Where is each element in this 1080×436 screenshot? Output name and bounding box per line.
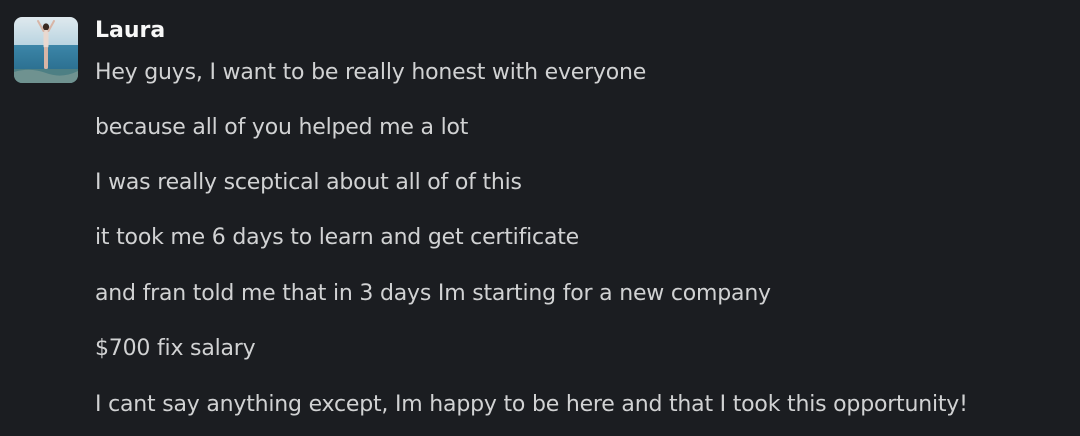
message-author[interactable]: Laura	[95, 15, 165, 47]
message-line: I was really sceptical about all of of t…	[95, 170, 522, 195]
message-line: it took me 6 days to learn and get certi…	[95, 225, 579, 250]
message-line: and fran told me that in 3 days Im start…	[95, 281, 771, 306]
chat-message: Laura Hey guys, I want to be really hone…	[0, 0, 1080, 436]
avatar[interactable]	[14, 17, 78, 83]
message-line: because all of you helped me a lot	[95, 115, 469, 140]
message-line: Hey guys, I want to be really honest wit…	[95, 60, 647, 85]
message-line: I cant say anything except, Im happy to …	[95, 392, 968, 417]
user-photo-avatar-icon	[14, 17, 78, 83]
message-line: $700 fix salary	[95, 336, 256, 361]
